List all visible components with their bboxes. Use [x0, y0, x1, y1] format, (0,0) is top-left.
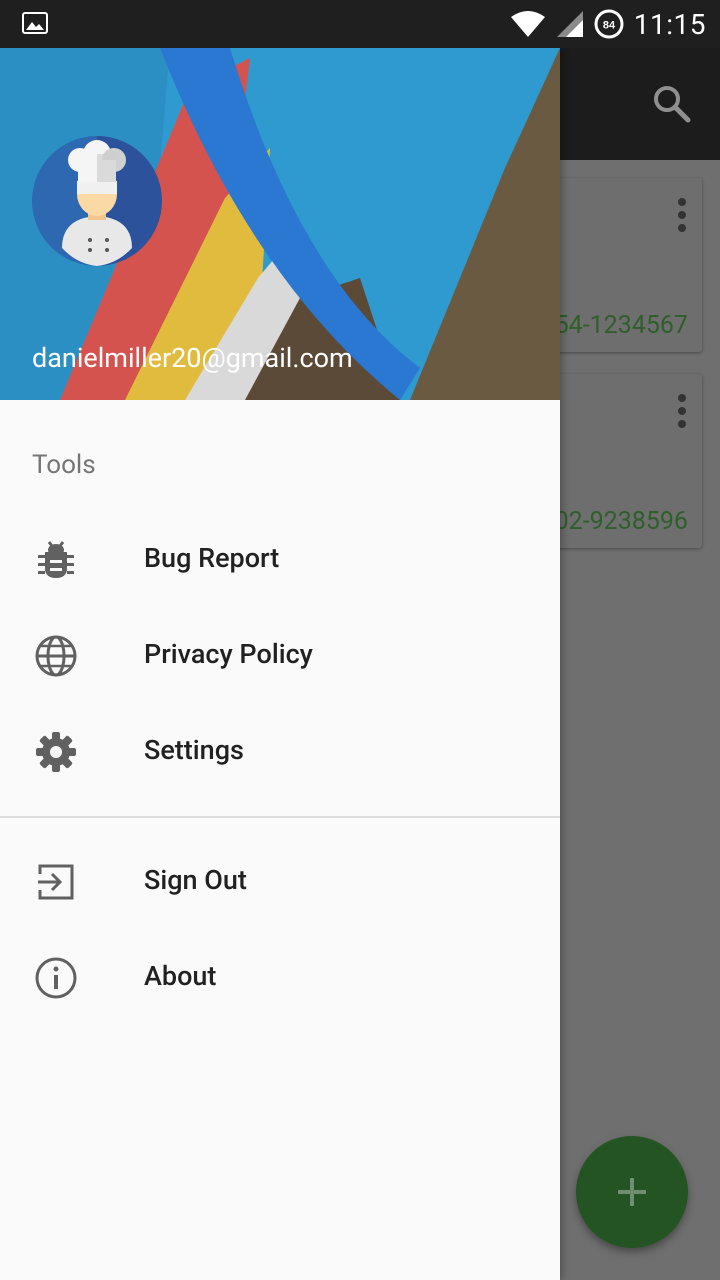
bug-icon [38, 541, 74, 578]
signal-icon [556, 11, 583, 37]
search-icon[interactable] [650, 82, 692, 124]
add-fab-button[interactable] [576, 1136, 688, 1248]
menu-item-bug-report[interactable]: Bug Report [0, 512, 560, 608]
gear-icon [36, 732, 76, 772]
menu-item-privacy-policy[interactable]: Privacy Policy [0, 608, 560, 704]
drawer-divider [0, 816, 560, 818]
menu-item-label: Privacy Policy [144, 638, 313, 670]
avatar[interactable] [32, 136, 162, 266]
wifi-icon [510, 11, 545, 37]
battery-level: 84 [603, 20, 616, 32]
plus-icon [618, 1178, 646, 1206]
more-options-icon[interactable] [678, 394, 686, 433]
more-options-icon[interactable] [678, 198, 686, 237]
navigation-drawer: danielmiller20@gmail.com Tools Bug Repor… [0, 48, 560, 1280]
contact-number: 54-1234567 [554, 311, 688, 340]
menu-item-label: Bug Report [144, 542, 280, 574]
sign-out-icon [38, 864, 74, 900]
account-email: danielmiller20@gmail.com [32, 342, 353, 374]
contact-number: 02-9238596 [554, 507, 688, 536]
menu-item-label: About [144, 960, 217, 992]
menu-item-label: Settings [144, 734, 244, 766]
image-notification-icon [22, 12, 48, 34]
menu-item-about[interactable]: About [0, 930, 560, 1026]
menu-item-label: Sign Out [144, 864, 247, 896]
drawer-header: danielmiller20@gmail.com [0, 48, 560, 400]
menu-item-sign-out[interactable]: Sign Out [0, 834, 560, 930]
clock: 11:15 [633, 7, 706, 41]
info-icon [35, 957, 77, 999]
battery-saver-icon: 84 [594, 9, 624, 39]
menu-item-settings[interactable]: Settings [0, 704, 560, 800]
section-title-tools: Tools [32, 450, 96, 480]
globe-icon [35, 635, 77, 677]
status-bar: 84 11:15 [0, 0, 720, 48]
